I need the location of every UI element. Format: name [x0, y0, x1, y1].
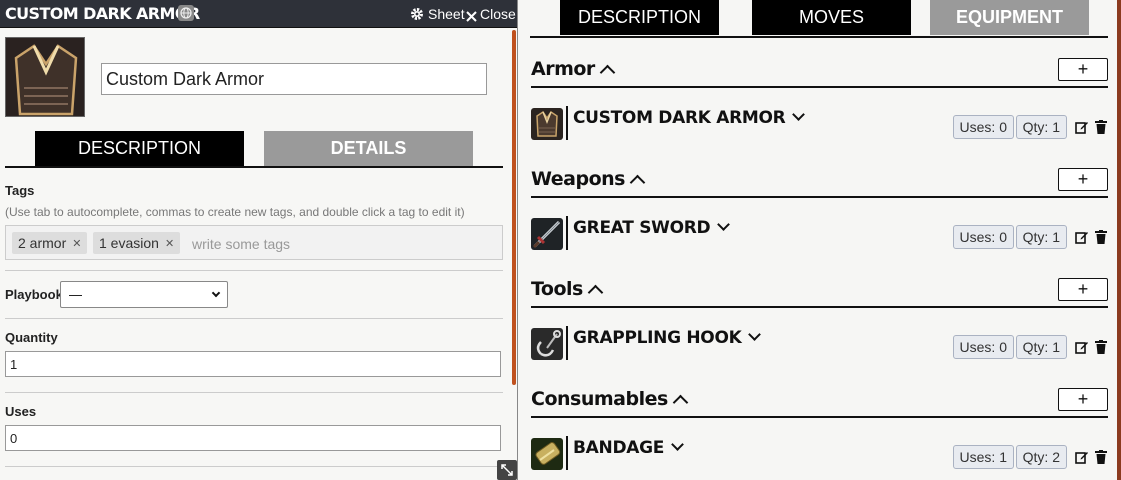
tab-description[interactable]: DESCRIPTION	[560, 0, 719, 35]
quantity-counter[interactable]: Qty: 1	[1015, 335, 1067, 359]
chevron-up-icon[interactable]	[599, 64, 616, 81]
item-name-field[interactable]	[101, 63, 487, 95]
tag-chip[interactable]: 2 armor ✕	[12, 232, 88, 254]
chevron-down-icon[interactable]	[671, 438, 684, 451]
list-item: GREAT SWORD Uses: 0 Qty: 1	[531, 213, 1108, 253]
chevron-up-icon[interactable]	[629, 174, 646, 191]
window-title: CUSTOM DARK ARMOR	[5, 4, 200, 23]
item-name[interactable]: BANDAGE	[573, 438, 684, 458]
quantity-field[interactable]: 1	[5, 351, 501, 377]
remove-tag-icon[interactable]: ✕	[72, 237, 81, 250]
window-tabs: DESCRIPTION DETAILS	[5, 131, 503, 168]
section-title[interactable]: Weapons	[531, 168, 646, 191]
edit-icon[interactable]	[1075, 230, 1089, 244]
chevron-down-icon[interactable]	[792, 108, 806, 121]
divider	[5, 318, 503, 319]
remove-tag-icon[interactable]: ✕	[165, 237, 174, 250]
globe-icon[interactable]	[178, 5, 194, 21]
trash-icon[interactable]	[1095, 120, 1107, 134]
resize-icon[interactable]	[497, 460, 517, 480]
item-name[interactable]: CUSTOM DARK ARMOR	[573, 108, 806, 128]
add-weapon-button[interactable]: +	[1058, 168, 1108, 191]
tags-input[interactable]: write some tags	[192, 236, 290, 252]
chevron-up-icon[interactable]	[672, 394, 689, 411]
item-divider	[566, 216, 568, 250]
tag-chip[interactable]: 1 evasion ✕	[93, 232, 181, 254]
section-weapons: Weapons +	[531, 168, 1108, 198]
chevron-down-icon[interactable]	[717, 218, 731, 231]
edit-icon[interactable]	[1075, 120, 1089, 134]
tab-details[interactable]: DETAILS	[264, 131, 473, 166]
sword-icon[interactable]	[531, 218, 563, 250]
divider	[5, 392, 503, 393]
quantity-label: Quantity	[5, 330, 58, 345]
uses-counter[interactable]: Uses: 0	[952, 225, 1014, 249]
sheet-button[interactable]: Sheet	[410, 6, 465, 22]
trash-icon[interactable]	[1095, 340, 1107, 354]
uses-counter[interactable]: Uses: 0	[952, 115, 1014, 139]
edit-icon[interactable]	[1075, 450, 1089, 464]
item-name[interactable]: GREAT SWORD	[573, 218, 731, 238]
uses-counter[interactable]: Uses: 1	[952, 445, 1014, 469]
armor-icon[interactable]	[531, 108, 563, 140]
uses-label: Uses	[5, 404, 37, 419]
tab-moves[interactable]: MOVES	[752, 0, 911, 35]
uses-field[interactable]: 0	[5, 425, 501, 451]
divider	[5, 466, 503, 467]
item-portrait[interactable]	[5, 37, 85, 117]
list-item: GRAPPLING HOOK Uses: 0 Qty: 1	[531, 323, 1108, 363]
scrollbar[interactable]	[512, 30, 516, 385]
section-title[interactable]: Consumables	[531, 388, 689, 411]
item-window: CUSTOM DARK ARMOR Sheet Close DESCRIPTIO…	[0, 0, 518, 480]
tags-label: Tags	[5, 183, 35, 198]
chevron-down-icon	[211, 288, 221, 298]
list-item: BANDAGE Uses: 1 Qty: 2	[531, 433, 1108, 473]
quantity-counter[interactable]: Qty: 2	[1015, 445, 1067, 469]
divider	[5, 270, 503, 271]
playbook-label: Playbook	[5, 287, 63, 302]
trash-icon[interactable]	[1095, 450, 1107, 464]
sheet-tabs: DESCRIPTION MOVES EQUIPMENT	[530, 0, 1108, 38]
add-tool-button[interactable]: +	[1058, 278, 1108, 301]
add-armor-button[interactable]: +	[1058, 58, 1108, 81]
quantity-counter[interactable]: Qty: 1	[1015, 115, 1067, 139]
item-divider	[566, 326, 568, 360]
gear-icon	[410, 7, 424, 21]
window-header[interactable]: CUSTOM DARK ARMOR Sheet Close	[0, 0, 517, 28]
tab-equipment[interactable]: EQUIPMENT	[930, 0, 1089, 35]
close-button[interactable]: Close	[466, 6, 516, 22]
add-consumable-button[interactable]: +	[1058, 388, 1108, 411]
item-divider	[566, 436, 568, 470]
tab-description[interactable]: DESCRIPTION	[35, 131, 244, 166]
edit-icon[interactable]	[1075, 340, 1089, 354]
section-title[interactable]: Armor	[531, 58, 616, 81]
close-icon	[466, 9, 477, 22]
tags-field[interactable]: 2 armor ✕ 1 evasion ✕ write some tags	[5, 225, 503, 260]
grappling-hook-icon[interactable]	[531, 328, 563, 360]
chevron-down-icon[interactable]	[748, 328, 762, 341]
quantity-counter[interactable]: Qty: 1	[1015, 225, 1067, 249]
section-armor: Armor +	[531, 58, 1108, 88]
list-item: CUSTOM DARK ARMOR Uses: 0 Qty: 1	[531, 103, 1108, 143]
section-tools: Tools +	[531, 278, 1108, 308]
bandage-icon[interactable]	[531, 438, 563, 470]
uses-counter[interactable]: Uses: 0	[952, 335, 1014, 359]
trash-icon[interactable]	[1095, 230, 1107, 244]
tags-hint: (Use tab to autocomplete, commas to crea…	[5, 205, 465, 219]
playbook-select[interactable]: —	[60, 281, 228, 308]
chevron-up-icon[interactable]	[587, 284, 604, 301]
section-consumables: Consumables +	[531, 388, 1108, 418]
character-sheet: DESCRIPTION MOVES EQUIPMENT Armor + CUST…	[518, 0, 1121, 480]
section-title[interactable]: Tools	[531, 278, 604, 301]
item-divider	[566, 106, 568, 140]
item-name[interactable]: GRAPPLING HOOK	[573, 328, 762, 348]
